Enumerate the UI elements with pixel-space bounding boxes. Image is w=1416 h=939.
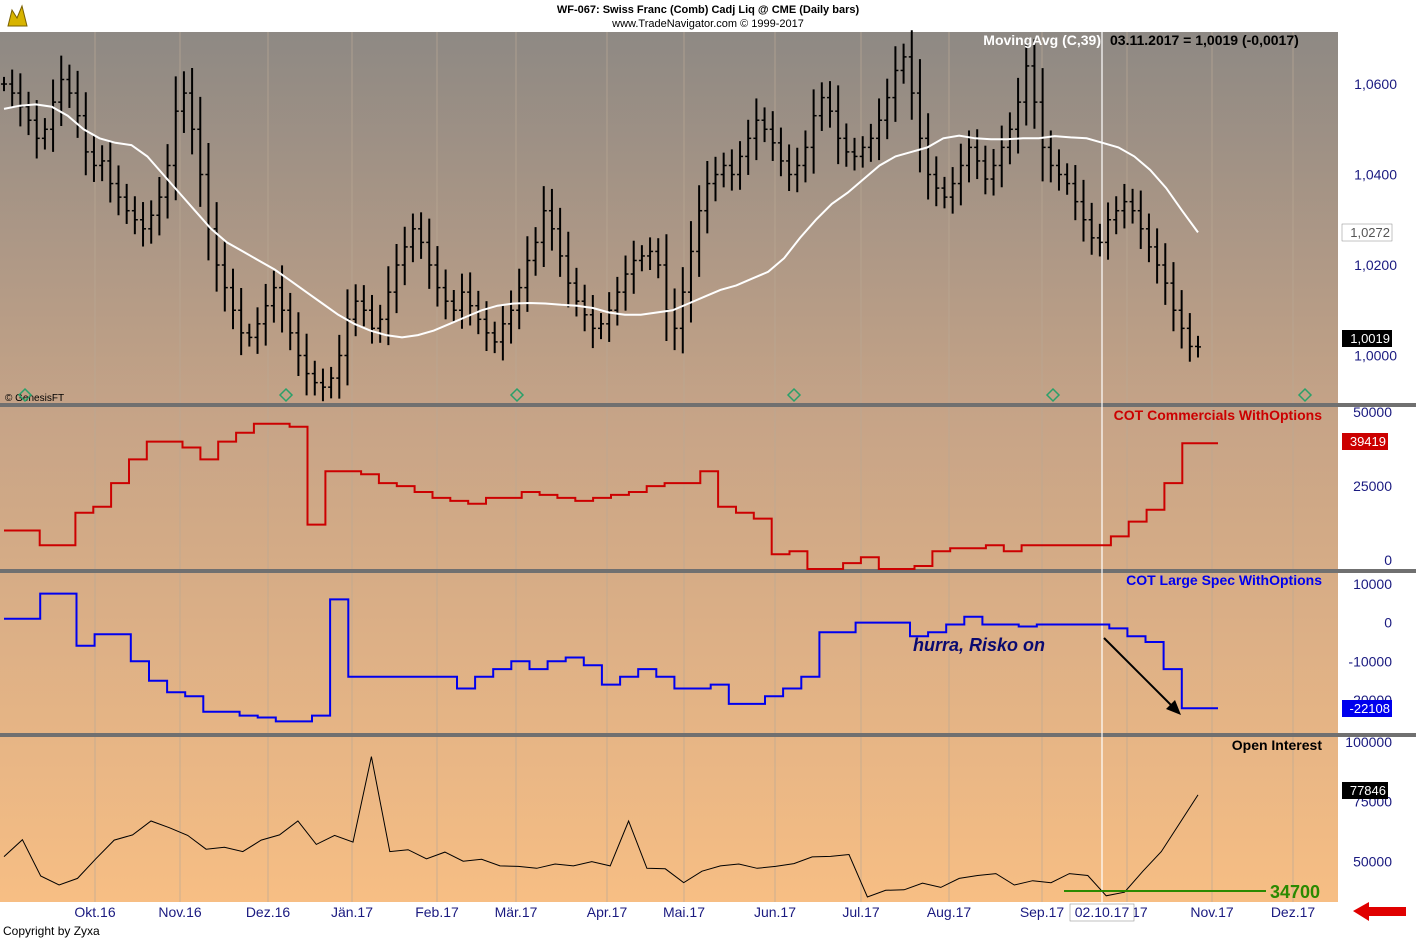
xaxis-label: Jul.17 [842,904,880,920]
open-interest-ytick: 100000 [1345,734,1392,750]
support-label: 34700 [1270,882,1320,902]
price-ytick: 1,0000 [1354,347,1397,363]
commercials-last-label: 39419 [1342,433,1388,450]
xaxis-label: Dez.16 [246,904,291,920]
panel-divider-3 [0,733,1416,737]
open-interest-last-label: 77846 [1342,782,1388,799]
commercials-ytick: 50000 [1353,404,1392,420]
svg-text:39419: 39419 [1350,434,1386,449]
xaxis-label: Mär.17 [495,904,538,920]
copyright-text: Copyright by Zyxa [3,924,100,938]
large-spec-last-label: -22108 [1342,700,1392,717]
ma-readout: 03.11.2017 = 1,0019 (-0,0017) [1110,32,1299,48]
commercials-ytick: 0 [1384,552,1392,568]
genesis-watermark: © GenesisFT [5,393,64,404]
large-spec-ytick: 0 [1384,615,1392,631]
chart-canvas: WF-067: Swiss Franc (Comb) Cadj Liq @ CM… [0,0,1416,939]
large-spec-ytick: -10000 [1348,653,1392,669]
open-interest-ytick: 50000 [1353,853,1392,869]
commercials-ytick: 25000 [1353,478,1392,494]
cursor-date-label: 02.10.17 [1069,903,1135,922]
price-ytick: 1,0400 [1354,167,1397,183]
svg-text:-22108: -22108 [1350,701,1390,716]
xaxis-label: Apr.17 [587,904,628,920]
open-interest-title: Open Interest [1232,737,1323,753]
svg-text:1,0019: 1,0019 [1350,331,1390,346]
annotation-text: hurra, Risko on [913,635,1045,655]
xaxis-label: Jän.17 [331,904,373,920]
price-ytick: 1,0600 [1354,76,1397,92]
xaxis-label: Mai.17 [663,904,705,920]
app-logo-icon [4,4,30,30]
header-title: WF-067: Swiss Franc (Comb) Cadj Liq @ CM… [557,4,860,16]
xaxis-label: Jun.17 [754,904,796,920]
right-axis-strip [1338,32,1416,902]
svg-text:77846: 77846 [1350,783,1386,798]
xaxis-label: Dez.17 [1271,904,1316,920]
xaxis-label: Feb.17 [415,904,459,920]
xaxis-label: Nov.16 [158,904,202,920]
large-spec-title: COT Large Spec WithOptions [1126,572,1322,588]
large-spec-ytick: 10000 [1353,576,1392,592]
commercials-title: COT Commercials WithOptions [1114,407,1323,423]
xaxis-label: Okt.16 [74,904,115,920]
price-ytick: 1,0200 [1354,257,1397,273]
price-last-label: 1,0019 [1342,330,1392,347]
xaxis-label: Aug.17 [927,904,972,920]
svg-text:1,0272: 1,0272 [1350,225,1390,240]
ma-last-label: 1,0272 [1341,223,1393,242]
ma-title: MovingAvg (C,39) [983,32,1101,48]
svg-text:02.10.17: 02.10.17 [1075,904,1130,920]
header-subtitle: www.TradeNavigator.com © 1999-2017 [611,18,804,30]
xaxis-label: Sep.17 [1020,904,1065,920]
xaxis-label: Nov.17 [1190,904,1234,920]
